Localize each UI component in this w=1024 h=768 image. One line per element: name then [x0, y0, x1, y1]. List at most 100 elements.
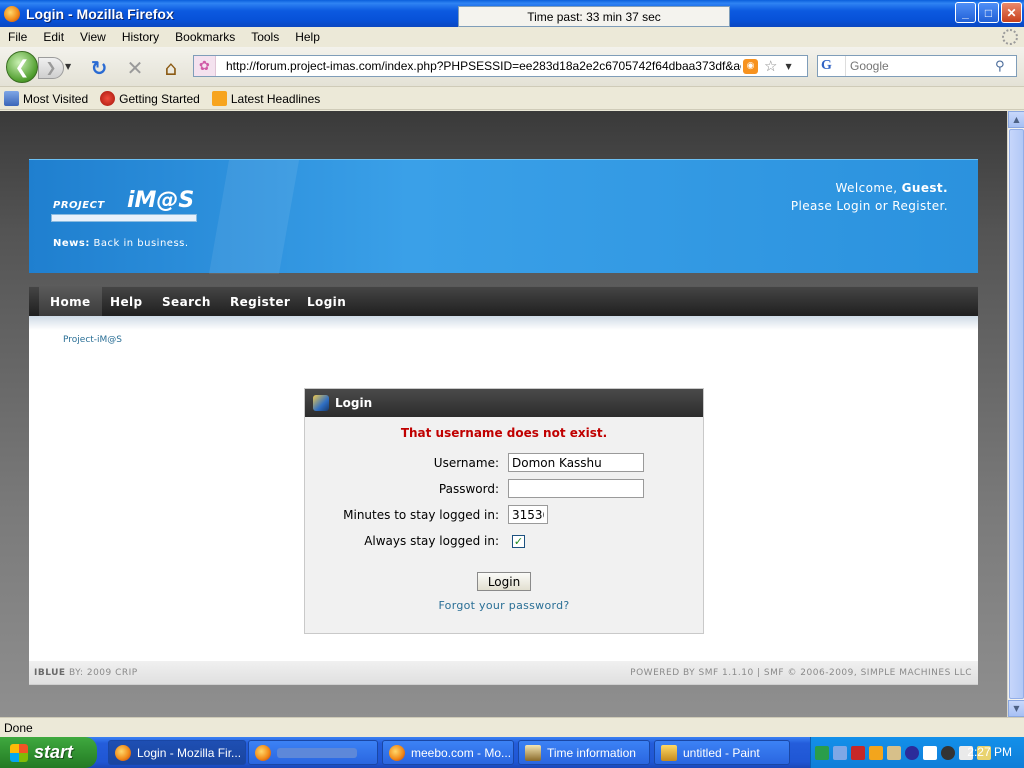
scroll-down-icon[interactable]: ▼	[1008, 700, 1024, 717]
minimize-button[interactable]: _	[955, 2, 976, 23]
scroll-up-icon[interactable]: ▲	[1008, 111, 1024, 128]
welcome-message: Welcome, Guest. Please Login or Register…	[791, 179, 948, 215]
menu-file[interactable]: File	[0, 30, 35, 44]
menu-history[interactable]: History	[114, 30, 167, 44]
task-paint[interactable]: untitled - Paint	[654, 740, 790, 765]
username-label: Username:	[433, 456, 499, 470]
login-title: Login	[335, 396, 373, 410]
close-button[interactable]: ✕	[1001, 2, 1022, 23]
back-arrow-icon: ❮	[14, 56, 30, 78]
page-content: PROJECT iM@S News: Back in business. Wel…	[0, 111, 1007, 717]
header-decoration	[208, 160, 300, 274]
windows-taskbar: start Login - Mozilla Fir... meebo.com -…	[0, 737, 1024, 768]
maximize-button[interactable]: □	[978, 2, 999, 23]
menu-edit[interactable]: Edit	[35, 30, 72, 44]
password-input[interactable]	[508, 479, 644, 498]
reload-icon[interactable]: ↻	[88, 56, 110, 80]
search-input[interactable]	[850, 59, 995, 73]
menu-view[interactable]: View	[72, 30, 114, 44]
nav-help[interactable]: Help	[110, 287, 143, 317]
start-button[interactable]: start	[0, 737, 97, 768]
taskbar-clock: 2:27 PM	[967, 745, 1012, 759]
bookmark-getting-started[interactable]: Getting Started	[100, 91, 200, 106]
url-dropdown-icon[interactable]: ▼	[785, 62, 791, 71]
forum-header: PROJECT iM@S News: Back in business. Wel…	[29, 159, 978, 274]
most-visited-icon	[4, 91, 19, 106]
window-title-bar[interactable]: Login - Mozilla Firefox Time past: 33 mi…	[0, 0, 1024, 27]
powered-by[interactable]: POWERED BY SMF 1.1.10 | SMF © 2006-2009,…	[630, 668, 972, 678]
timer-overlay: Time past: 33 min 37 sec	[458, 6, 730, 27]
network-icon[interactable]	[815, 745, 829, 760]
security-alert-icon[interactable]	[869, 745, 883, 760]
bookmark-most-visited[interactable]: Most Visited	[4, 91, 88, 106]
nav-register[interactable]: Register	[230, 287, 290, 317]
rss-feed-icon[interactable]: ◉	[743, 58, 758, 74]
menu-bar: File Edit View History Bookmarks Tools H…	[0, 27, 1024, 47]
menu-help[interactable]: Help	[287, 30, 328, 44]
bookmark-label: Most Visited	[23, 91, 89, 106]
minutes-input[interactable]	[508, 505, 548, 524]
status-text: Done	[4, 720, 33, 735]
menu-bookmarks[interactable]: Bookmarks	[167, 30, 243, 44]
task-firefox-login[interactable]: Login - Mozilla Fir...	[108, 740, 246, 765]
bookmarks-toolbar: Most Visited Getting Started Latest Head…	[0, 88, 1024, 110]
project-imas-logo[interactable]: PROJECT iM@S	[51, 188, 199, 226]
connection-icon[interactable]	[833, 745, 847, 760]
search-bar: G ⚲	[817, 55, 1017, 77]
forward-button[interactable]: ❯	[38, 57, 64, 79]
history-dropdown-icon[interactable]: ▼	[65, 62, 75, 72]
forum-body: Project-iM@S Login That username does no…	[29, 316, 978, 661]
nav-login[interactable]: Login	[307, 287, 346, 317]
scroll-thumb[interactable]	[1009, 129, 1024, 699]
app-tray-icon[interactable]	[905, 745, 919, 760]
theme-by: BY: 2009 CRIP	[68, 668, 138, 678]
username-row: Username:	[305, 453, 703, 473]
nav-search[interactable]: Search	[162, 287, 211, 317]
bookmark-label: Latest Headlines	[230, 91, 321, 106]
task-time-information[interactable]: Time information	[518, 740, 650, 765]
url-text[interactable]: http://forum.project-imas.com/index.php?…	[226, 59, 741, 73]
bookmark-latest-headlines[interactable]: Latest Headlines	[211, 91, 321, 106]
start-label: start	[34, 742, 74, 762]
menu-tools[interactable]: Tools	[243, 30, 287, 44]
media-player-icon[interactable]	[923, 745, 937, 760]
back-button[interactable]: ❮	[6, 51, 38, 83]
forum-footer: IBLUE BY: 2009 CRIP POWERED BY SMF 1.1.1…	[29, 661, 978, 685]
breadcrumb[interactable]: Project-iM@S	[63, 335, 122, 345]
task-label: untitled - Paint	[683, 745, 760, 760]
theme-name: IBLUE	[34, 668, 66, 678]
welcome-prefix: Welcome,	[835, 181, 898, 195]
home-icon[interactable]: ⌂	[160, 56, 182, 80]
stop-icon[interactable]: ✕	[124, 56, 146, 80]
nav-home[interactable]: Home	[39, 287, 102, 317]
search-icon[interactable]: ⚲	[995, 59, 1005, 74]
google-engine-icon[interactable]: G	[818, 56, 846, 76]
antivirus-icon[interactable]	[851, 745, 865, 760]
task-firefox-blurred[interactable]	[248, 740, 378, 765]
firefox-icon	[255, 744, 271, 761]
forum-nav-menu: Home Help Search Register Login	[29, 286, 978, 317]
task-label: meebo.com - Mo...	[411, 745, 512, 760]
login-user-icon	[313, 395, 329, 411]
site-favicon-icon: ✿	[194, 56, 216, 76]
task-meebo[interactable]: meebo.com - Mo...	[382, 740, 514, 765]
firefox-icon	[389, 744, 405, 761]
news-line: News: Back in business.	[53, 238, 189, 249]
hourglass-icon[interactable]	[887, 745, 901, 760]
username-input[interactable]	[508, 453, 644, 472]
url-bar[interactable]: ✿ http://forum.project-imas.com/index.ph…	[193, 55, 808, 77]
status-bar: Done	[0, 717, 1024, 737]
rss-feed-icon	[211, 91, 227, 106]
bookmark-label: Getting Started	[119, 91, 200, 106]
theme-credit: IBLUE BY: 2009 CRIP	[34, 668, 138, 678]
login-button[interactable]: Login	[477, 572, 531, 591]
paint-icon	[661, 744, 677, 761]
welcome-login-register[interactable]: Please Login or Register.	[791, 197, 948, 215]
vertical-scrollbar[interactable]: ▲ ▼	[1007, 111, 1024, 717]
bookmark-star-icon[interactable]: ☆	[764, 57, 777, 75]
always-stay-checkbox[interactable]: ✓	[512, 535, 525, 548]
system-tray: 2:27 PM	[810, 737, 1024, 768]
forgot-password-link[interactable]: Forgot your password?	[305, 599, 703, 612]
login-error-message: That username does not exist.	[400, 426, 608, 440]
messenger-icon[interactable]	[941, 745, 955, 760]
